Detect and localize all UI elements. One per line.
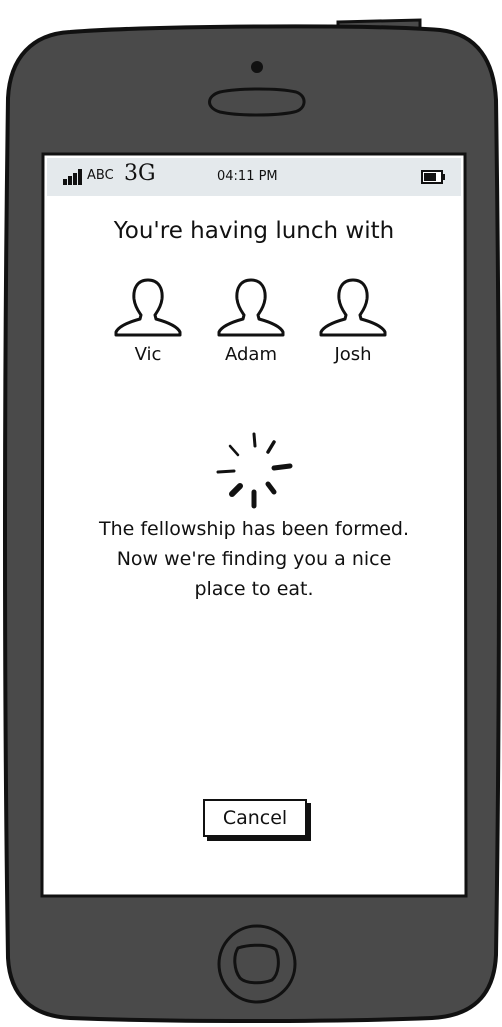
person-icon — [217, 278, 285, 337]
person-josh: Josh — [303, 276, 403, 365]
cancel-button[interactable]: Cancel — [203, 799, 307, 837]
person-name: Josh — [334, 344, 372, 365]
person-icon — [114, 278, 182, 337]
network-label: 3G — [124, 161, 156, 186]
loading-spinner-icon — [216, 432, 293, 509]
person-icon — [319, 278, 387, 337]
status-time: 04:11 PM — [217, 169, 278, 184]
page-title: You're having lunch with — [113, 218, 395, 244]
message-line: place to eat. — [194, 578, 314, 600]
cancel-wrapper: Cancel — [203, 799, 307, 837]
camera-icon — [251, 61, 263, 73]
signal-bars-icon — [63, 169, 82, 185]
status-message: The fellowship has been formed. Now we'r… — [57, 514, 451, 604]
person-vic: Vic — [98, 276, 198, 365]
app-screen: ABC 3G 04:11 PM You're having lunch with… — [47, 158, 461, 892]
home-square-icon — [233, 943, 280, 985]
person-name: Vic — [134, 344, 162, 365]
message-line: The fellowship has been formed. — [98, 518, 410, 540]
speaker-slot — [208, 87, 306, 117]
message-line: Now we're finding you a nice — [116, 548, 392, 570]
person-name: Adam — [225, 344, 277, 365]
person-adam: Adam — [201, 276, 301, 365]
battery-icon — [421, 170, 445, 184]
carrier-label: ABC — [87, 168, 114, 183]
status-bar: ABC 3G 04:11 PM — [47, 158, 461, 196]
